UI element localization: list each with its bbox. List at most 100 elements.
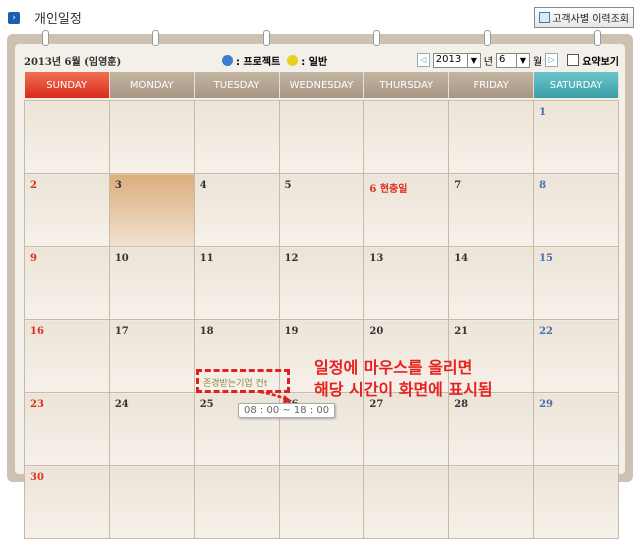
day-cell[interactable]: 12 (278, 246, 365, 320)
weekday-header: FRIDAY (448, 72, 535, 98)
day-cell[interactable]: 4 (193, 173, 280, 247)
day-cell[interactable]: 29 (533, 392, 619, 466)
day-number: 18 (199, 326, 214, 337)
day-cell[interactable]: 2 (24, 173, 110, 247)
day-cell[interactable]: 17 (108, 319, 195, 393)
day-number: 6 현충일 (369, 184, 408, 195)
day-cell[interactable] (108, 100, 195, 174)
day-cell[interactable] (108, 465, 195, 539)
day-number: 9 (30, 253, 37, 264)
week-row: 1 (24, 100, 619, 174)
day-cell[interactable]: 28 (448, 392, 535, 466)
day-cell[interactable] (193, 100, 280, 174)
week-row: 30 (24, 465, 619, 539)
day-cell[interactable]: 23 (24, 392, 110, 466)
calendar-grid: SUNDAY MONDAY TUESDAY WEDNESDAY THURSDAY FRID… (24, 72, 619, 539)
day-cell[interactable] (448, 465, 535, 539)
prev-month-button[interactable]: ◁ (416, 53, 430, 67)
grid-icon (539, 12, 551, 23)
day-number: 14 (454, 253, 469, 264)
year-value: 2013 (435, 53, 462, 65)
day-number: 19 (284, 326, 299, 337)
day-number: 21 (454, 326, 469, 337)
day-cell[interactable]: 16 (24, 319, 110, 393)
day-cell[interactable] (363, 465, 450, 539)
general-clock-icon (287, 54, 299, 66)
day-cell[interactable] (278, 465, 365, 539)
day-cell[interactable]: 14 (448, 246, 535, 320)
day-cell[interactable] (193, 465, 280, 539)
weekday-header: THURSDAY (363, 72, 450, 98)
day-cell[interactable] (448, 100, 535, 174)
day-cell[interactable]: 13 (363, 246, 450, 320)
legend: : 프로젝트 : 일반 (222, 53, 327, 68)
day-number: 13 (369, 253, 384, 264)
day-cell[interactable] (278, 100, 365, 174)
day-number: 3 (114, 180, 122, 191)
day-cell[interactable]: 9 (24, 246, 110, 320)
weekday-header: MONDAY (109, 72, 195, 98)
day-number: 1 (539, 107, 547, 118)
page-title: 개인일정 (34, 12, 82, 27)
binder-ring (42, 30, 49, 46)
month-value: 6 (498, 53, 506, 65)
day-number: 2 (30, 180, 37, 191)
annotation-line: 해당 시간이 화면에 표시됨 (314, 380, 493, 399)
page-header: › 개인일정 (8, 8, 82, 27)
customer-history-button[interactable]: 고객사별 이력조회 (534, 7, 634, 28)
day-number: 22 (539, 326, 553, 337)
day-number: 10 (114, 253, 129, 264)
month-suffix: 월 (532, 56, 543, 68)
day-cell[interactable]: 22 (533, 319, 619, 393)
calendar-toolbar: 2013년 6월 (임영훈) : 프로젝트 : 일반 ◁ 2013 ▼ 년 6 ▼ … (24, 50, 619, 70)
chevron-down-icon: ▼ (466, 53, 480, 67)
day-cell[interactable]: 7 (448, 173, 535, 247)
next-month-button[interactable]: ▷ (545, 53, 559, 67)
day-number: 25 (199, 399, 214, 410)
chevron-down-icon: ▼ (515, 53, 529, 67)
weekday-header: SATURDAY (533, 72, 619, 98)
day-cell[interactable]: 1 (533, 100, 619, 174)
legend-project: : 프로젝트 (236, 56, 281, 68)
day-cell[interactable]: 6 현충일 (363, 173, 450, 247)
day-cell[interactable]: 8 (533, 173, 619, 247)
binder-ring (484, 30, 491, 46)
day-number: 30 (30, 472, 44, 483)
summary-label: 요약보기 (582, 56, 619, 68)
chevron-right-icon: › (8, 11, 20, 24)
binder-ring (263, 30, 270, 46)
summary-checkbox[interactable] (567, 54, 580, 66)
day-cell[interactable]: 11 (193, 246, 280, 320)
project-clock-icon (222, 54, 233, 66)
event-time-tooltip: 08 : 00 ~ 18 : 00 (238, 403, 336, 418)
weekday-header: TUESDAY (194, 72, 280, 98)
day-number: 29 (539, 399, 553, 410)
day-number: 7 (454, 180, 462, 191)
legend-general: : 일반 (301, 56, 328, 68)
day-number: 23 (30, 399, 44, 410)
year-suffix: 년 (483, 56, 493, 68)
day-number: 5 (284, 180, 292, 191)
day-cell[interactable]: 27 (363, 392, 450, 466)
day-number: 20 (369, 326, 384, 337)
day-cell[interactable]: 30 (24, 465, 110, 539)
month-select[interactable]: 6 ▼ (495, 52, 530, 68)
day-number: 8 (539, 180, 547, 191)
history-button-label: 고객사별 이력조회 (552, 14, 629, 25)
day-cell[interactable]: 5 (278, 173, 365, 247)
day-number: 4 (199, 180, 207, 191)
binder-ring (594, 30, 601, 46)
day-cell[interactable] (24, 100, 110, 174)
day-cell[interactable]: 24 (108, 392, 195, 466)
annotation-line: 일정에 마우스를 올리면 (314, 358, 473, 377)
day-cell[interactable] (533, 465, 619, 539)
day-number: 11 (199, 253, 214, 264)
weekday-header: SUNDAY (24, 72, 110, 98)
year-select[interactable]: 2013 ▼ (432, 52, 481, 68)
day-cell[interactable]: 10 (108, 246, 195, 320)
day-cell[interactable]: 15 (533, 246, 619, 320)
day-cell[interactable]: 3 (108, 173, 195, 247)
day-number: 24 (114, 399, 129, 410)
day-cell[interactable] (363, 100, 450, 174)
annotation: 일정에 마우스를 올리면해당 시간이 화면에 표시됨 (314, 357, 493, 401)
